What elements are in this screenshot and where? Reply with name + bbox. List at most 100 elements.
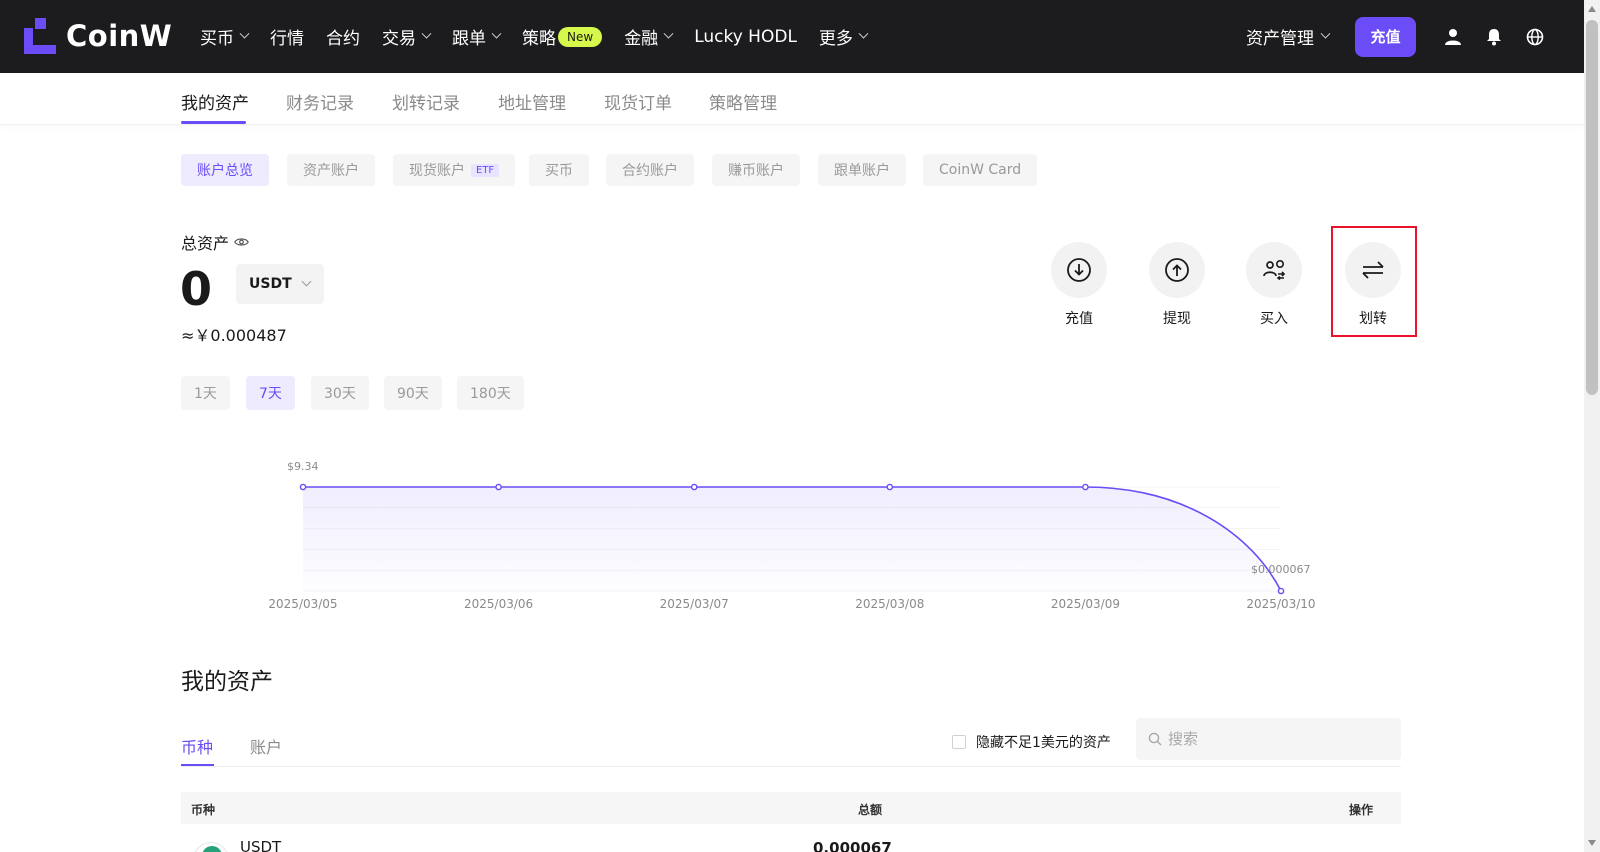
transfer-highlight-box bbox=[1331, 226, 1417, 337]
range-30d[interactable]: 30天 bbox=[311, 376, 369, 410]
asset-management-menu[interactable]: 资产管理 bbox=[1246, 24, 1331, 49]
chart-point[interactable] bbox=[690, 483, 698, 491]
withdraw-circle bbox=[1149, 242, 1205, 298]
nav-finance[interactable]: 金融 bbox=[624, 24, 674, 49]
chart-x-tick-label: 2025/03/06 bbox=[464, 597, 533, 611]
coin-total: 0.000067 bbox=[813, 839, 892, 852]
chip-account-overview[interactable]: 账户总览 bbox=[181, 154, 269, 186]
globe-icon[interactable] bbox=[1524, 26, 1546, 48]
eye-icon[interactable] bbox=[234, 237, 249, 247]
nav-buy-crypto[interactable]: 买币 bbox=[200, 24, 250, 49]
nav-lucky-hodl[interactable]: Lucky HODL bbox=[694, 27, 797, 47]
chip-earn-account[interactable]: 赚币账户 bbox=[712, 154, 800, 186]
nav-label: 行情 bbox=[270, 29, 304, 49]
chart-area-fill bbox=[303, 487, 1281, 591]
chart-point[interactable] bbox=[299, 483, 307, 491]
scroll-down-arrow-icon[interactable] bbox=[1588, 840, 1596, 846]
chip-spot-account[interactable]: 现货账户 ETF bbox=[393, 154, 516, 186]
buy-label: 买入 bbox=[1260, 311, 1288, 327]
range-7d[interactable]: 7天 bbox=[246, 376, 295, 410]
buy-action[interactable]: 买入 bbox=[1245, 242, 1303, 328]
asset-search[interactable] bbox=[1136, 718, 1401, 760]
deposit-action[interactable]: 充值 bbox=[1050, 242, 1108, 328]
nav-label: 更多 bbox=[818, 29, 853, 49]
total-assets-value: 0 bbox=[180, 262, 213, 316]
brand-name: CoinW bbox=[66, 19, 173, 53]
table-row[interactable]: USDT 0.000067 bbox=[181, 836, 1401, 852]
chip-coinw-card[interactable]: CoinW Card bbox=[923, 154, 1038, 186]
asset-table-header: 币种 总额 操作 bbox=[181, 792, 1401, 824]
chip-asset-account[interactable]: 资产账户 bbox=[287, 154, 375, 186]
nav-strategy[interactable]: 策略 New bbox=[522, 24, 603, 49]
nav-markets[interactable]: 行情 bbox=[270, 24, 304, 49]
page-scrollbar[interactable] bbox=[1584, 0, 1600, 852]
nav-trade[interactable]: 交易 bbox=[382, 24, 432, 49]
asset-subtabs: 我的资产 财务记录 划转记录 地址管理 现货订单 策略管理 bbox=[0, 73, 1584, 125]
active-tab-underline bbox=[181, 121, 246, 124]
nav-label: Lucky HODL bbox=[694, 26, 797, 47]
tab-my-assets[interactable]: 我的资产 bbox=[181, 89, 249, 114]
nav-label: 交易 bbox=[382, 29, 416, 49]
withdraw-label: 提现 bbox=[1163, 311, 1191, 327]
top-deposit-button[interactable]: 充值 bbox=[1355, 16, 1416, 57]
scroll-thumb[interactable] bbox=[1586, 20, 1598, 395]
chevron-down-icon bbox=[858, 28, 869, 39]
nav-more[interactable]: 更多 bbox=[818, 24, 869, 49]
deposit-label: 充值 bbox=[1065, 311, 1093, 327]
tab-financial-records[interactable]: 财务记录 bbox=[286, 89, 354, 114]
chevron-down-icon bbox=[301, 276, 312, 287]
range-90d[interactable]: 90天 bbox=[384, 376, 442, 410]
hide-small-assets-toggle[interactable]: 隐藏不足1美元的资产 bbox=[952, 732, 1111, 752]
tab-address-management[interactable]: 地址管理 bbox=[498, 89, 566, 114]
nav-label: 跟单 bbox=[452, 29, 486, 49]
nav-copy-trading[interactable]: 跟单 bbox=[452, 24, 502, 49]
deposit-circle bbox=[1051, 242, 1107, 298]
tab-transfer-records[interactable]: 划转记录 bbox=[392, 89, 460, 114]
currency-select[interactable]: USDT bbox=[236, 264, 324, 304]
exchange-user-icon bbox=[1263, 259, 1286, 281]
main-nav: 买币 行情 合约 交易 跟单 策略 New 金融 Lucky HODL 更多 bbox=[200, 0, 889, 73]
header-total: 总额 bbox=[858, 803, 883, 817]
total-assets-label: 总资产 bbox=[181, 230, 249, 254]
tab-spot-orders[interactable]: 现货订单 bbox=[604, 89, 672, 114]
withdraw-action[interactable]: 提现 bbox=[1148, 242, 1206, 328]
range-1d[interactable]: 1天 bbox=[181, 376, 230, 410]
nav-right: 资产管理 充值 bbox=[1246, 0, 1584, 73]
chip-label: 现货账户 bbox=[409, 163, 465, 179]
tab-by-coin[interactable]: 币种 bbox=[181, 734, 213, 758]
coinw-logo[interactable]: CoinW bbox=[24, 18, 172, 54]
coinw-logo-icon bbox=[24, 18, 56, 54]
upload-arrow-icon bbox=[1165, 258, 1189, 282]
chip-buy-crypto[interactable]: 买币 bbox=[529, 154, 589, 186]
chevron-down-icon bbox=[421, 28, 432, 39]
hide-small-checkbox[interactable] bbox=[952, 735, 966, 749]
chart-point[interactable] bbox=[886, 483, 894, 491]
nav-label: 策略 bbox=[522, 29, 556, 49]
range-180d[interactable]: 180天 bbox=[457, 376, 524, 410]
chart-point[interactable] bbox=[495, 483, 502, 491]
asset-trend-chart: $9.34 $0.000067 2025/03/05 2025/03/06 2025… bbox=[268, 460, 1315, 611]
chart-x-axis-labels: 2025/03/05 2025/03/06 2025/03/07 2025/03/08… bbox=[268, 597, 1315, 611]
hide-small-label: 隐藏不足1美元的资产 bbox=[976, 735, 1111, 751]
chart-point[interactable] bbox=[1277, 587, 1285, 595]
nav-label: 买币 bbox=[200, 29, 234, 49]
usdt-coin-icon bbox=[193, 842, 229, 852]
search-icon bbox=[1148, 732, 1162, 746]
chart-point[interactable] bbox=[1082, 483, 1089, 491]
tab-by-account[interactable]: 账户 bbox=[250, 734, 282, 758]
total-assets-text: 总资产 bbox=[181, 234, 230, 253]
asset-management-label: 资产管理 bbox=[1246, 29, 1314, 49]
search-input[interactable] bbox=[1168, 730, 1388, 748]
chip-futures-account[interactable]: 合约账户 bbox=[606, 154, 694, 186]
tab-strategy-management[interactable]: 策略管理 bbox=[709, 89, 777, 114]
scroll-up-arrow-icon[interactable] bbox=[1588, 6, 1596, 12]
chip-copy-account[interactable]: 跟单账户 bbox=[818, 154, 906, 186]
chart-x-tick-label: 2025/03/07 bbox=[660, 597, 729, 611]
etf-tag: ETF bbox=[471, 163, 500, 177]
nav-futures[interactable]: 合约 bbox=[326, 24, 360, 49]
nav-label: 金融 bbox=[624, 29, 659, 49]
buy-circle bbox=[1246, 242, 1302, 298]
bell-icon[interactable] bbox=[1483, 26, 1505, 48]
currency-selected: USDT bbox=[249, 276, 292, 292]
user-icon[interactable] bbox=[1442, 26, 1464, 48]
